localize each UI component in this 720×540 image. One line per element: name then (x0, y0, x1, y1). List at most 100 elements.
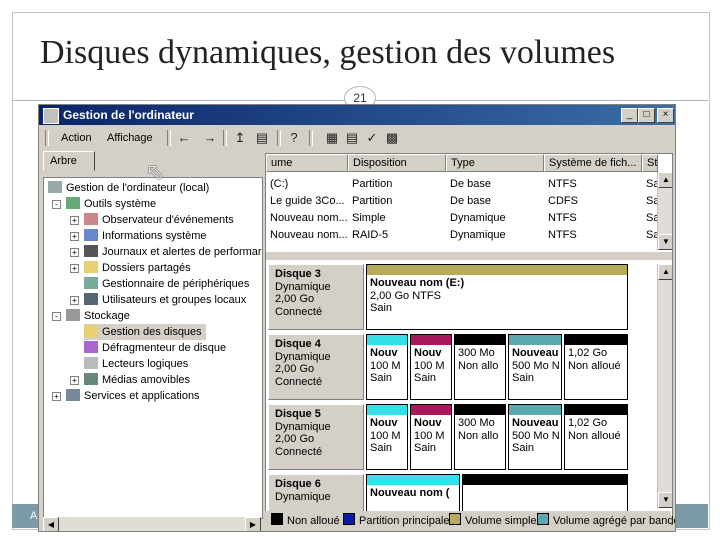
partition-color-bar (463, 475, 627, 485)
up-folder-icon[interactable]: ↥ (231, 130, 249, 146)
scroll-down-icon[interactable]: ▼ (658, 234, 672, 250)
column-header-disposition[interactable]: Disposition (348, 154, 446, 172)
tree-item[interactable]: Gestion de l'ordinateur (local) (48, 180, 209, 196)
disk-type: Dynamique (275, 490, 331, 503)
column-header-status[interactable]: St (642, 154, 658, 172)
computer-icon (48, 181, 62, 193)
show-hide-tree-icon[interactable]: ▤ (253, 130, 271, 146)
expand-icon[interactable]: + (70, 232, 79, 241)
partition-color-bar (509, 335, 561, 345)
partition-name: Nouv (370, 417, 398, 429)
partition[interactable]: Nouv 100 M Sain (410, 334, 452, 400)
expand-icon[interactable]: + (70, 376, 79, 385)
tree-item[interactable]: Informations système (84, 228, 207, 244)
expand-icon[interactable]: + (70, 264, 79, 273)
menu-action[interactable]: Action (61, 132, 92, 144)
tree-item[interactable]: Médias amovibles (84, 372, 190, 388)
expand-icon[interactable]: + (52, 392, 61, 401)
tree-item[interactable]: Observateur d'événements (84, 212, 234, 228)
folder-icon (84, 261, 98, 273)
tree-item[interactable]: Stockage (66, 308, 130, 324)
partition[interactable]: 300 Mo Non allo (454, 334, 506, 400)
check-icon[interactable]: ✓ (363, 130, 381, 146)
disk-size: 2,00 Go (275, 293, 315, 305)
disk-info[interactable]: Disque 5 Dynamique 2,00 Go Connecté (268, 404, 364, 470)
table-cell[interactable]: (C:) (270, 176, 348, 192)
scroll-up-icon[interactable]: ▲ (658, 264, 672, 280)
disk-info[interactable]: Disque 3 Dynamique 2,00 Go Connecté (268, 264, 364, 330)
tree-item-selected[interactable]: Gestion des disques (84, 324, 206, 340)
tree-item-label: Services et applications (84, 390, 200, 402)
minimize-button[interactable]: _ (621, 108, 638, 123)
close-button[interactable]: × (657, 108, 674, 123)
scroll-up-icon[interactable]: ▲ (658, 172, 672, 188)
window-title: Gestion de l'ordinateur (63, 108, 194, 122)
tree-item-label: Observateur d'événements (102, 214, 234, 226)
forward-arrow-icon[interactable]: → (201, 130, 219, 146)
tree-item[interactable]: Dossiers partagés (84, 260, 191, 276)
tree-item-label: Gestionnaire de périphériques (102, 278, 250, 290)
partition[interactable]: Nouveau 500 Mo N Sain (508, 404, 562, 470)
tree-item[interactable]: Lecteurs logiques (84, 356, 188, 372)
help-icon[interactable]: ? (285, 130, 303, 146)
partition-size: 100 M (414, 359, 445, 372)
pane-splitter[interactable] (266, 252, 672, 260)
tree-horizontal-scrollbar[interactable]: ◀ ▶ (43, 517, 261, 531)
collapse-icon[interactable]: - (52, 312, 61, 321)
computer-management-window: Gestion de l'ordinateur _ □ × Action Aff… (38, 104, 676, 532)
legend-label: Non alloué (287, 515, 340, 527)
table-cell[interactable]: Nouveau nom... (270, 227, 348, 243)
expand-icon[interactable]: + (70, 216, 79, 225)
tree-item[interactable]: Gestionnaire de périphériques (84, 276, 249, 292)
menu-affichage[interactable]: Affichage (107, 132, 153, 144)
volume-list-scrollbar[interactable]: ▲ ▼ (657, 172, 672, 250)
expand-icon[interactable]: + (70, 296, 79, 305)
disk-list-icon[interactable]: ▦ (323, 130, 341, 146)
back-arrow-icon[interactable]: ← (175, 130, 193, 146)
graph-scrollbar[interactable]: ▲ ▼ (657, 264, 672, 508)
window-titlebar[interactable]: Gestion de l'ordinateur _ □ × (39, 105, 675, 125)
partition[interactable]: Nouv 100 M Sain (366, 334, 408, 400)
disk-name: Disque 4 (275, 338, 321, 350)
disk-info[interactable]: Disque 4 Dynamique 2,00 Go Connecté (268, 334, 364, 400)
column-header-volume[interactable]: ume (266, 154, 348, 172)
expand-icon[interactable]: + (70, 248, 79, 257)
column-header-filesystem[interactable]: Système de fich... (544, 154, 642, 172)
disk-type: Dynamique (275, 350, 331, 363)
tree-item[interactable]: Outils système (66, 196, 156, 212)
maximize-button[interactable]: □ (638, 108, 655, 123)
partition-name: Nouv (414, 417, 442, 429)
tree-item[interactable]: Journaux et alertes de performar (84, 244, 262, 260)
tree-item[interactable]: Défragmenteur de disque (84, 340, 226, 356)
partition-color-bar (509, 405, 561, 415)
tab-arbre[interactable]: Arbre (43, 151, 95, 171)
partition[interactable]: 1,02 Go Non alloué (564, 404, 628, 470)
partition-status: Non allo (458, 429, 499, 442)
tree-item-label: Informations système (102, 230, 207, 242)
legend-item: Non alloué (271, 513, 340, 527)
scroll-left-icon[interactable]: ◀ (43, 517, 59, 531)
scroll-down-icon[interactable]: ▼ (658, 492, 672, 508)
partition[interactable]: Nouveau nom (E:) 2,00 Go NTFS Sain (366, 264, 628, 330)
properties-icon[interactable]: ▤ (343, 130, 361, 146)
partition[interactable]: 1,02 Go Non alloué (564, 334, 628, 400)
scroll-right-icon[interactable]: ▶ (245, 517, 261, 531)
graph-view-icon[interactable]: ▩ (383, 130, 401, 146)
event-viewer-icon (84, 213, 98, 225)
partition-size: 100 M (370, 429, 401, 442)
tree-item[interactable]: Utilisateurs et groupes locaux (84, 292, 246, 308)
table-cell[interactable]: Nouveau nom... (270, 210, 348, 226)
partition-size: 500 Mo N (512, 359, 560, 372)
partition[interactable]: Nouv 100 M Sain (366, 404, 408, 470)
toolbar-separator (309, 130, 313, 146)
table-cell[interactable]: Le guide 3Co... (270, 193, 348, 209)
partition[interactable]: 300 Mo Non allo (454, 404, 506, 470)
table-cell: De base (450, 178, 491, 190)
legend-item: Volume agrégé par bande (537, 513, 675, 527)
slide-title: Disques dynamiques, gestion des volumes (40, 34, 616, 71)
collapse-icon[interactable]: - (52, 200, 61, 209)
column-header-type[interactable]: Type (446, 154, 544, 172)
partition[interactable]: Nouv 100 M Sain (410, 404, 452, 470)
partition[interactable]: Nouveau 500 Mo N Sain (508, 334, 562, 400)
tree-item[interactable]: Services et applications (66, 388, 200, 404)
